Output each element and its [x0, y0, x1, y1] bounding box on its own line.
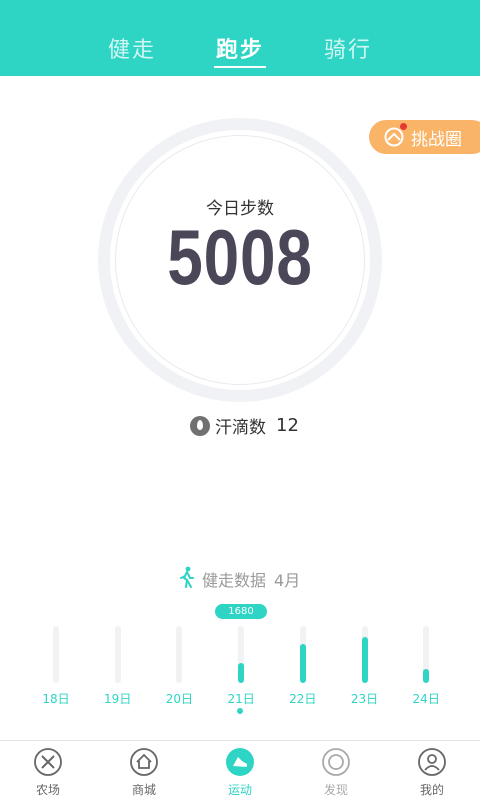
sport-shoe-icon [225, 747, 255, 777]
nav-mine-label: 我的 [419, 783, 444, 797]
bar-track[interactable] [238, 626, 245, 683]
bar [299, 644, 306, 683]
header-bar: 健走 跑步 骑行 [0, 0, 480, 76]
farm-icon [33, 747, 63, 777]
sweat-label: 汗滴数 [215, 418, 266, 438]
nav-discover[interactable]: 发现 [296, 747, 376, 798]
today-steps-value: 5008 [167, 213, 313, 301]
challenge-label: 挑战圈 [411, 129, 462, 150]
selected-value-bubble: 1680 [215, 604, 267, 619]
bar [361, 637, 368, 683]
day-label: 20日 [165, 692, 194, 706]
walking-data-header: 健走数据 4月 [178, 566, 300, 592]
sweat-count: 汗滴数 12 [190, 413, 299, 438]
sweat-drop-icon [190, 415, 210, 436]
walking-data-title: 健走数据 [202, 571, 267, 590]
nav-shop[interactable]: 商城 [104, 747, 184, 798]
shop-icon [129, 747, 159, 777]
nav-mine[interactable]: 我的 [392, 747, 472, 798]
day-label: 19日 [104, 692, 132, 706]
sweat-value: 12 [276, 415, 299, 436]
bar-track[interactable] [53, 626, 59, 683]
day-label: 22日 [289, 692, 317, 706]
day-label: 24日 [412, 692, 440, 706]
challenge-icon [383, 123, 407, 148]
notification-dot [400, 123, 407, 130]
walking-person-icon [178, 566, 196, 592]
bar-track[interactable] [114, 626, 121, 683]
day-label: 23日 [350, 692, 379, 706]
active-tab-indicator [214, 66, 266, 68]
bar-track[interactable] [423, 626, 430, 683]
nav-sport[interactable]: 运动 [200, 747, 280, 798]
profile-icon [417, 747, 447, 777]
nav-discover-label: 发现 [323, 783, 348, 797]
bar [238, 663, 245, 683]
app-screen: 健走 跑步 骑行 挑战圈 今日步数 5008 汗滴数 12 健走数据 4月 18… [0, 0, 480, 800]
bar [423, 669, 430, 683]
discover-icon [321, 747, 351, 777]
nav-farm-label: 农场 [35, 783, 60, 797]
nav-sport-label: 运动 [227, 783, 252, 797]
bar-track[interactable] [361, 626, 368, 683]
day-label: 21日 [227, 692, 255, 706]
bottom-nav: 农场 商城 运动 发现 我的 [0, 740, 480, 800]
tab-running[interactable]: 跑步 [195, 32, 285, 64]
tab-cycling[interactable]: 骑行 [303, 32, 393, 64]
nav-shop-label: 商城 [131, 783, 156, 797]
bar-track[interactable] [299, 626, 306, 683]
day-label: 18日 [42, 692, 70, 706]
tab-walking[interactable]: 健走 [87, 32, 177, 64]
challenge-circle-button[interactable]: 挑战圈 [369, 120, 480, 154]
bar-track[interactable] [176, 626, 183, 683]
walking-data-month: 4月 [274, 571, 301, 590]
selected-day-dot [237, 708, 243, 714]
nav-farm[interactable]: 农场 [8, 747, 88, 798]
